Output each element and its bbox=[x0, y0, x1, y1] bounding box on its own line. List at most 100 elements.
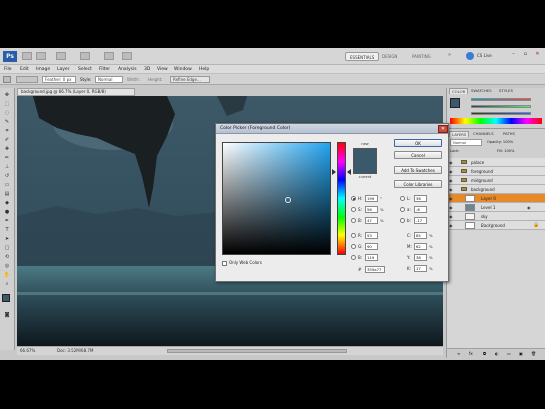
menu-help[interactable]: Help bbox=[199, 66, 209, 73]
3d-rotate-tool-icon[interactable]: ⟲ bbox=[2, 254, 12, 260]
dodge-tool-icon[interactable]: ● bbox=[2, 209, 12, 215]
more-workspaces-icon[interactable]: » bbox=[448, 52, 451, 58]
layer-row[interactable]: ◉ background bbox=[447, 185, 545, 194]
arrange-documents-icon[interactable] bbox=[104, 52, 114, 60]
layer-row[interactable]: ◉ sky bbox=[447, 212, 545, 221]
lasso-tool-icon[interactable]: ◌ bbox=[2, 110, 12, 116]
quick-select-tool-icon[interactable]: ✎ bbox=[2, 119, 12, 125]
healing-tool-icon[interactable]: ✚ bbox=[2, 146, 12, 152]
hand-tool-icon[interactable]: ✋ bbox=[2, 272, 12, 278]
color-field-cursor[interactable] bbox=[285, 197, 291, 203]
type-tool-icon[interactable]: T bbox=[2, 227, 12, 233]
menu-file[interactable]: File bbox=[4, 66, 12, 73]
menu-window[interactable]: Window bbox=[174, 66, 192, 73]
brightness-input[interactable]: 47 bbox=[365, 217, 378, 224]
hex-input[interactable]: 355a77 bbox=[365, 266, 385, 273]
menu-edit[interactable]: Edit bbox=[20, 66, 29, 73]
y-input[interactable]: 38 bbox=[414, 254, 427, 261]
blue-slider[interactable] bbox=[471, 112, 531, 115]
menu-3d[interactable]: 3D bbox=[144, 66, 150, 73]
mask-icon[interactable]: ◘ bbox=[483, 351, 486, 356]
c-input[interactable]: 85 bbox=[414, 232, 427, 239]
tab-channels[interactable]: CHANNELS bbox=[471, 131, 496, 137]
minibridge-icon[interactable] bbox=[36, 52, 46, 60]
3d-orbit-tool-icon[interactable]: ◎ bbox=[2, 263, 12, 269]
visibility-eye-icon[interactable]: ◉ bbox=[449, 196, 454, 201]
layers-empty-area[interactable] bbox=[447, 230, 545, 348]
green-slider[interactable] bbox=[471, 105, 531, 108]
layer-row-selected[interactable]: ◉ Layer 0 bbox=[447, 194, 545, 203]
only-web-colors-checkbox[interactable]: Only Web Colors bbox=[222, 260, 262, 266]
adjustment-layer-icon[interactable]: ◐ bbox=[495, 351, 499, 356]
fx-icon[interactable]: fx bbox=[469, 351, 473, 356]
brush-tool-icon[interactable]: ✏ bbox=[2, 155, 12, 161]
menu-analysis[interactable]: Analysis bbox=[118, 66, 137, 73]
radio-h[interactable] bbox=[351, 196, 356, 201]
layer-row[interactable]: ◉ foreground bbox=[447, 167, 545, 176]
screen-mode-icon[interactable] bbox=[122, 52, 132, 60]
hue-arrow-left-icon[interactable] bbox=[332, 169, 336, 175]
gradient-tool-icon[interactable]: ▤ bbox=[2, 191, 12, 197]
visibility-eye-icon[interactable]: ◉ bbox=[449, 178, 454, 183]
color-field[interactable] bbox=[222, 142, 331, 255]
radio-a[interactable] bbox=[400, 207, 405, 212]
visibility-eye-icon[interactable]: ◉ bbox=[449, 160, 454, 165]
opacity-control[interactable]: Opacity: 100% bbox=[487, 139, 513, 146]
dialog-close-icon[interactable]: ✕ bbox=[438, 125, 448, 133]
fill-control[interactable]: Fill: 100% bbox=[497, 148, 514, 155]
hue-slider[interactable] bbox=[337, 142, 346, 255]
radio-s[interactable] bbox=[351, 207, 356, 212]
r-input[interactable]: 53 bbox=[365, 232, 378, 239]
delete-layer-icon[interactable]: 🗑 bbox=[531, 351, 536, 356]
layer-row[interactable]: ◉ midground bbox=[447, 176, 545, 185]
move-tool-icon[interactable]: ✥ bbox=[2, 92, 12, 98]
minimize-icon[interactable]: – bbox=[508, 50, 519, 58]
marquee-tool-icon[interactable]: ⬚ bbox=[2, 101, 12, 107]
s-input[interactable]: 56 bbox=[365, 206, 378, 213]
layer-row[interactable]: ◉ Background 🔒 bbox=[447, 221, 545, 230]
m-input[interactable]: 62 bbox=[414, 243, 427, 250]
quick-mask-icon[interactable]: ◙ bbox=[2, 312, 12, 318]
link-layers-icon[interactable]: ∞ bbox=[457, 351, 460, 356]
blend-mode-select[interactable]: Normal bbox=[450, 139, 482, 146]
radio-brightness[interactable] bbox=[351, 218, 356, 223]
new-layer-icon[interactable]: ▣ bbox=[519, 351, 523, 356]
cs-live-icon[interactable] bbox=[466, 52, 474, 60]
visibility-eye-icon[interactable]: ◉ bbox=[449, 214, 454, 219]
clone-stamp-tool-icon[interactable]: ⊥ bbox=[2, 164, 12, 170]
shape-tool-icon[interactable]: ▢ bbox=[2, 245, 12, 251]
visibility-eye-icon[interactable]: ◉ bbox=[449, 187, 454, 192]
h-input[interactable]: 199 bbox=[365, 195, 378, 202]
g-input[interactable]: 90 bbox=[365, 243, 378, 250]
document-tab[interactable]: background.jpg @ 66.7% (Layer 0, RGB/8) bbox=[17, 88, 135, 96]
layer-row[interactable]: ◉ Level 1 ◉ bbox=[447, 203, 545, 212]
eyedropper-tool-icon[interactable]: ✐ bbox=[2, 137, 12, 143]
cs-live-label[interactable]: CS Live bbox=[477, 52, 492, 60]
eraser-tool-icon[interactable]: ▭ bbox=[2, 182, 12, 188]
feather-field[interactable]: Feather: 0 px bbox=[42, 76, 76, 83]
menu-filter[interactable]: Filter bbox=[99, 66, 110, 73]
a-input[interactable]: -6 bbox=[414, 206, 427, 213]
ok-button[interactable]: OK bbox=[394, 139, 442, 147]
layer-effect-icon[interactable]: ◉ bbox=[527, 205, 531, 210]
tab-layers[interactable]: LAYERS bbox=[449, 131, 470, 137]
radio-lab-b[interactable] bbox=[400, 218, 405, 223]
k-input[interactable]: 17 bbox=[414, 265, 427, 272]
history-brush-tool-icon[interactable]: ↺ bbox=[2, 173, 12, 179]
selection-mode-icons[interactable] bbox=[16, 76, 38, 83]
restore-icon[interactable]: ▫ bbox=[520, 50, 531, 58]
radio-r[interactable] bbox=[351, 233, 356, 238]
color-spectrum-ramp[interactable] bbox=[450, 118, 542, 124]
crop-tool-icon[interactable]: ⌗ bbox=[2, 128, 12, 134]
visibility-eye-icon[interactable]: ◉ bbox=[449, 223, 454, 228]
hue-arrow-right-icon[interactable] bbox=[347, 169, 351, 175]
zoom-tool-icon[interactable]: ⌕ bbox=[2, 281, 12, 287]
tab-swatches[interactable]: SWATCHES bbox=[469, 88, 494, 94]
zoom-readout[interactable]: 66.67% bbox=[20, 348, 35, 354]
tab-paths[interactable]: PATHS bbox=[501, 131, 517, 137]
radio-l[interactable] bbox=[400, 196, 405, 201]
horizontal-scrollbar[interactable] bbox=[167, 349, 347, 353]
checkbox-icon[interactable] bbox=[222, 260, 227, 266]
menu-select[interactable]: Select bbox=[78, 66, 92, 73]
zoom-level-icon[interactable] bbox=[80, 52, 90, 60]
